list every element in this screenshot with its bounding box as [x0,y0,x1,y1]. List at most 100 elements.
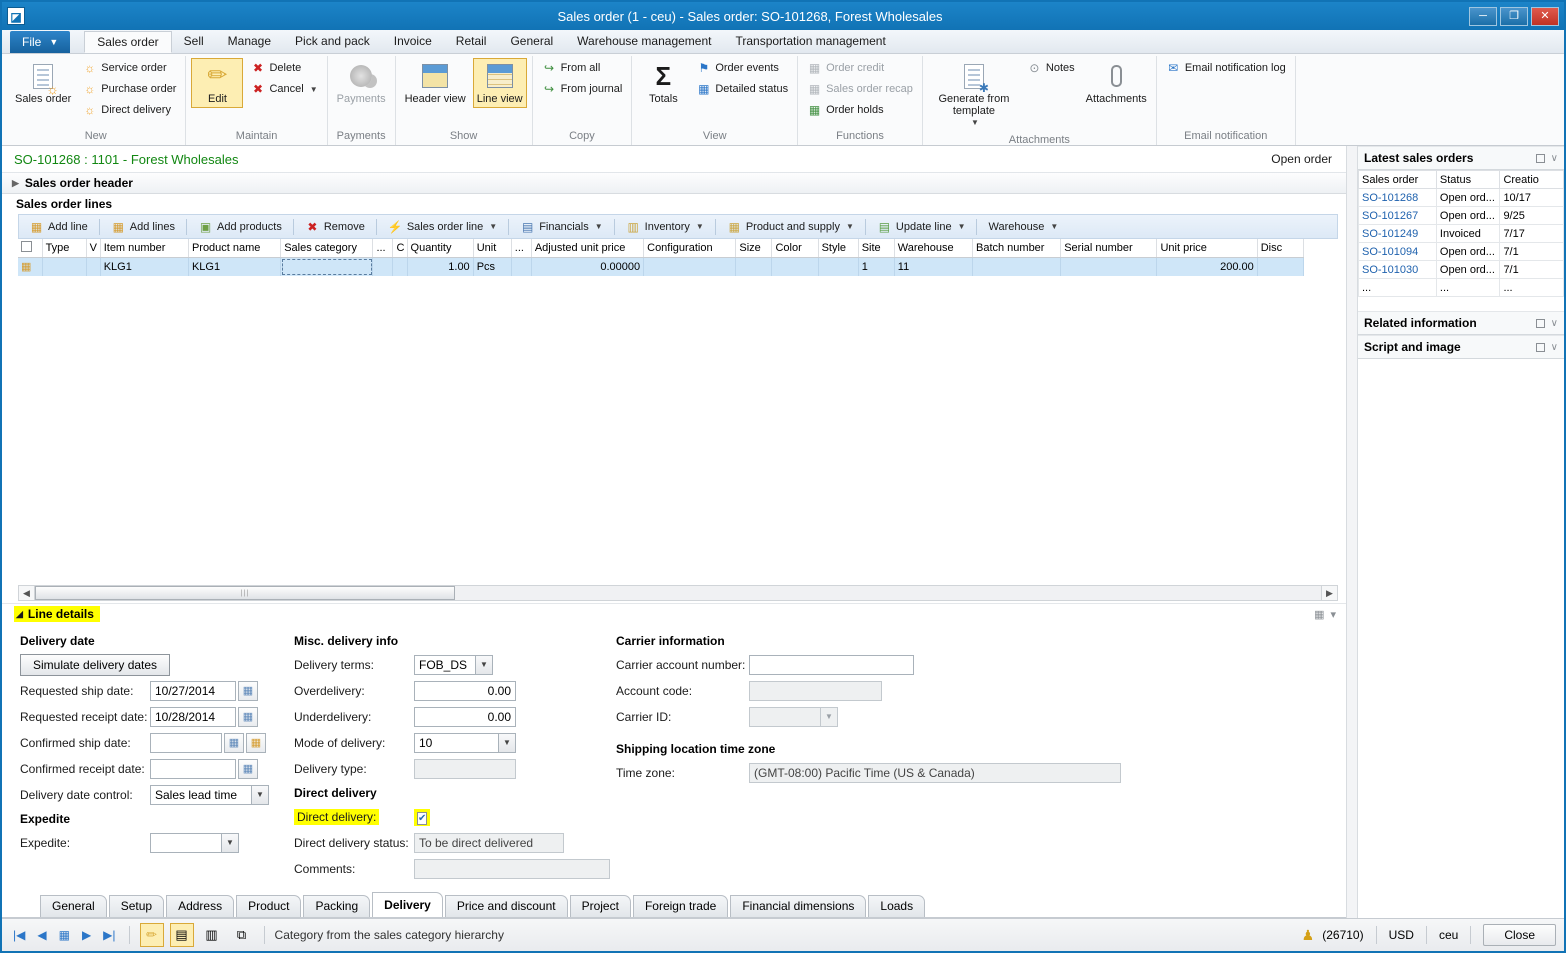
add-lines-button[interactable]: ▦Add lines [105,218,181,236]
col-dots-2[interactable]: ... [511,239,531,258]
cell-dots-1[interactable] [373,258,393,276]
mode-of-delivery-combobox[interactable]: 10 ▼ [414,733,516,753]
email-notification-log-button[interactable]: ✉Email notification log [1162,58,1290,78]
confirmed-ship-date-field[interactable] [150,733,222,753]
delivery-terms-combobox[interactable]: FOB_DS ▼ [414,655,493,675]
tab-setup[interactable]: Setup [109,895,164,917]
company-indicator[interactable]: ceu [1439,928,1458,942]
popout-icon[interactable] [1536,154,1545,163]
calendar-icon[interactable]: ▦ [238,707,258,727]
chevron-down-icon[interactable]: ▼ [499,733,516,753]
requested-receipt-date-field[interactable]: 10/28/2014 [150,707,236,727]
carrier-account-number-field[interactable] [749,655,914,675]
col-adjusted-unit-price[interactable]: Adjusted unit price [531,239,643,258]
cell-quantity[interactable]: 1.00 [407,258,473,276]
copy-from-journal-button[interactable]: ↪From journal [538,79,627,99]
purchase-order-button[interactable]: ☼Purchase order [78,79,180,99]
tab-product[interactable]: Product [236,895,301,917]
tab-foreign-trade[interactable]: Foreign trade [633,895,728,917]
direct-delivery-checkbox[interactable]: ✔ [417,812,427,825]
popout-icon[interactable] [1536,319,1545,328]
expedite-combobox[interactable]: ▼ [150,833,239,853]
header-view-button[interactable]: Header view [401,58,470,108]
cell-disc[interactable] [1257,258,1303,276]
tab-address[interactable]: Address [166,895,234,917]
cell-product-name[interactable]: KLG1 [188,258,280,276]
scroll-right-icon[interactable]: ▶ [1321,586,1337,600]
show-details-icon[interactable]: ▥ [200,923,224,947]
line-details-header[interactable]: ◢ Line details ▦ ▾ [2,603,1346,624]
order-holds-button[interactable]: ▦Order holds [803,100,917,120]
expedite-value[interactable] [150,833,222,853]
calendar-lightning-icon[interactable]: ▦ [246,733,266,753]
cancel-button[interactable]: ✖Cancel▼ [246,79,321,99]
cell-item-number[interactable]: KLG1 [100,258,188,276]
cell-color[interactable] [772,258,818,276]
col-dots-1[interactable]: ... [373,239,393,258]
delivery-date-control-value[interactable]: Sales lead time [150,785,252,805]
cell-v[interactable] [86,258,100,276]
new-sales-order-button[interactable]: Sales order [11,58,75,108]
show-grid-icon[interactable]: ▤ [170,923,194,947]
col-product-name[interactable]: Product name [188,239,280,258]
col-item-number[interactable]: Item number [100,239,188,258]
first-record-icon[interactable]: |◀ [10,926,28,944]
update-line-menu[interactable]: ▤Update line▼ [871,218,972,236]
close-window-button[interactable]: ✕ [1531,7,1559,26]
col-c[interactable]: C [393,239,407,258]
tab-transportation-management[interactable]: Transportation management [723,31,897,53]
vertical-scrollbar[interactable] [1346,146,1358,918]
tab-general[interactable]: General [498,31,565,53]
previous-record-icon[interactable]: ◀ [34,926,49,944]
simulate-delivery-dates-button[interactable]: Simulate delivery dates [20,654,170,676]
maximize-button[interactable]: ❐ [1500,7,1528,26]
col-style[interactable]: Style [818,239,858,258]
minimize-button[interactable]: ─ [1469,7,1497,26]
totals-button[interactable]: Σ Totals [637,58,689,108]
attachments-button[interactable]: Attachments [1082,58,1151,108]
tab-price-and-discount[interactable]: Price and discount [445,895,568,917]
sales-order-link[interactable]: SO-101094 [1359,243,1437,261]
direct-delivery-button[interactable]: ☼Direct delivery [78,100,180,120]
cell-site[interactable]: 1 [858,258,894,276]
delivery-terms-value[interactable]: FOB_DS [414,655,476,675]
col-type[interactable]: Type [42,239,86,258]
cell-dots-2[interactable] [511,258,531,276]
scrollbar-thumb[interactable]: ||| [35,586,455,600]
service-order-button[interactable]: ☼Service order [78,58,180,78]
cell-serial-number[interactable] [1061,258,1157,276]
warehouse-menu[interactable]: Warehouse▼ [982,219,1064,235]
next-record-icon[interactable]: ▶ [79,926,94,944]
tab-sell[interactable]: Sell [172,31,216,53]
tab-warehouse-management[interactable]: Warehouse management [565,31,723,53]
related-information-header[interactable]: Related information ∨ [1358,311,1564,335]
calendar-icon[interactable]: ▦ [238,681,258,701]
edit-mode-icon[interactable]: ✏ [140,923,164,947]
chevron-down-icon[interactable]: ∨ [1551,342,1558,353]
calendar-icon[interactable]: ▦ [238,759,258,779]
horizontal-scrollbar[interactable]: ◀ ||| ▶ [18,585,1338,601]
overdelivery-field[interactable]: 0.00 [414,681,516,701]
col-batch-number[interactable]: Batch number [972,239,1060,258]
tab-loads[interactable]: Loads [868,895,925,917]
cell-size[interactable] [736,258,772,276]
sales-order-link[interactable]: SO-101249 [1359,225,1437,243]
chevron-down-icon[interactable]: ∨ [1551,318,1558,329]
tab-pick-and-pack[interactable]: Pick and pack [283,31,382,53]
remove-button[interactable]: ✖Remove [299,218,371,236]
tab-general[interactable]: General [40,895,107,917]
mode-of-delivery-value[interactable]: 10 [414,733,499,753]
fb-col-creation[interactable]: Creatio [1500,171,1564,189]
col-disc[interactable]: Disc [1257,239,1303,258]
tab-invoice[interactable]: Invoice [382,31,444,53]
tab-delivery[interactable]: Delivery [372,892,443,917]
tab-retail[interactable]: Retail [444,31,499,53]
cell-sales-category[interactable] [281,258,373,276]
cell-adjusted-unit-price[interactable]: 0.00000 [531,258,643,276]
col-color[interactable]: Color [772,239,818,258]
popout-icon[interactable] [1536,343,1545,352]
sales-order-link[interactable]: SO-101268 [1359,189,1437,207]
tab-manage[interactable]: Manage [216,31,283,53]
underdelivery-field[interactable]: 0.00 [414,707,516,727]
cell-unit[interactable]: Pcs [473,258,511,276]
